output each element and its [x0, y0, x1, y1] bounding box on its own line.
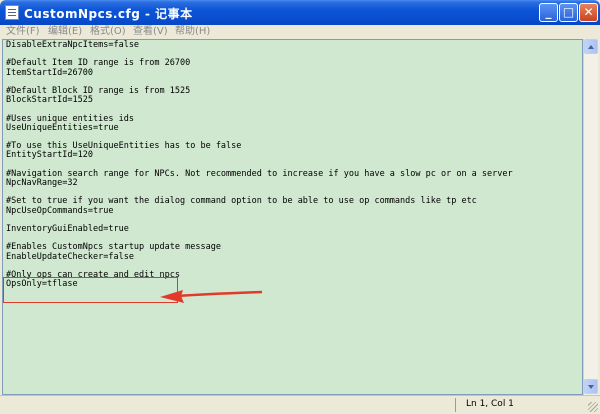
status-divider	[455, 398, 456, 412]
window-title: CustomNpcs.cfg - 记事本	[24, 7, 193, 21]
resize-grip-icon[interactable]	[588, 402, 598, 412]
vertical-scrollbar[interactable]	[583, 39, 598, 395]
menu-file[interactable]: 文件(F)	[6, 25, 40, 39]
minimize-button[interactable]: _	[539, 3, 558, 22]
close-icon: ✕	[583, 5, 594, 19]
status-bar: Ln 1, Col 1	[0, 395, 600, 414]
notepad-window: CustomNpcs.cfg - 记事本 _ □ ✕ 文件(F) 编辑(E) 格…	[0, 0, 600, 414]
editor-content[interactable]: DisableExtraNpcItems=false #Default Item…	[6, 40, 513, 289]
cursor-position: Ln 1, Col 1	[466, 399, 514, 409]
scroll-up-icon[interactable]	[584, 39, 598, 54]
scroll-down-icon[interactable]	[584, 379, 598, 394]
menu-help[interactable]: 帮助(H)	[175, 25, 210, 39]
highlight-box	[3, 277, 178, 303]
menu-edit[interactable]: 编辑(E)	[48, 25, 82, 39]
menu-view[interactable]: 查看(V)	[133, 25, 168, 39]
menu-bar: 文件(F) 编辑(E) 格式(O) 查看(V) 帮助(H)	[0, 25, 600, 39]
title-bar[interactable]: CustomNpcs.cfg - 记事本 _ □ ✕	[0, 0, 600, 25]
menu-format[interactable]: 格式(O)	[90, 25, 126, 39]
maximize-icon: □	[562, 5, 575, 19]
notepad-icon	[5, 5, 19, 20]
minimize-icon: _	[545, 5, 552, 19]
text-editor[interactable]: DisableExtraNpcItems=false #Default Item…	[2, 39, 583, 395]
close-button[interactable]: ✕	[579, 3, 598, 22]
maximize-button[interactable]: □	[559, 3, 578, 22]
